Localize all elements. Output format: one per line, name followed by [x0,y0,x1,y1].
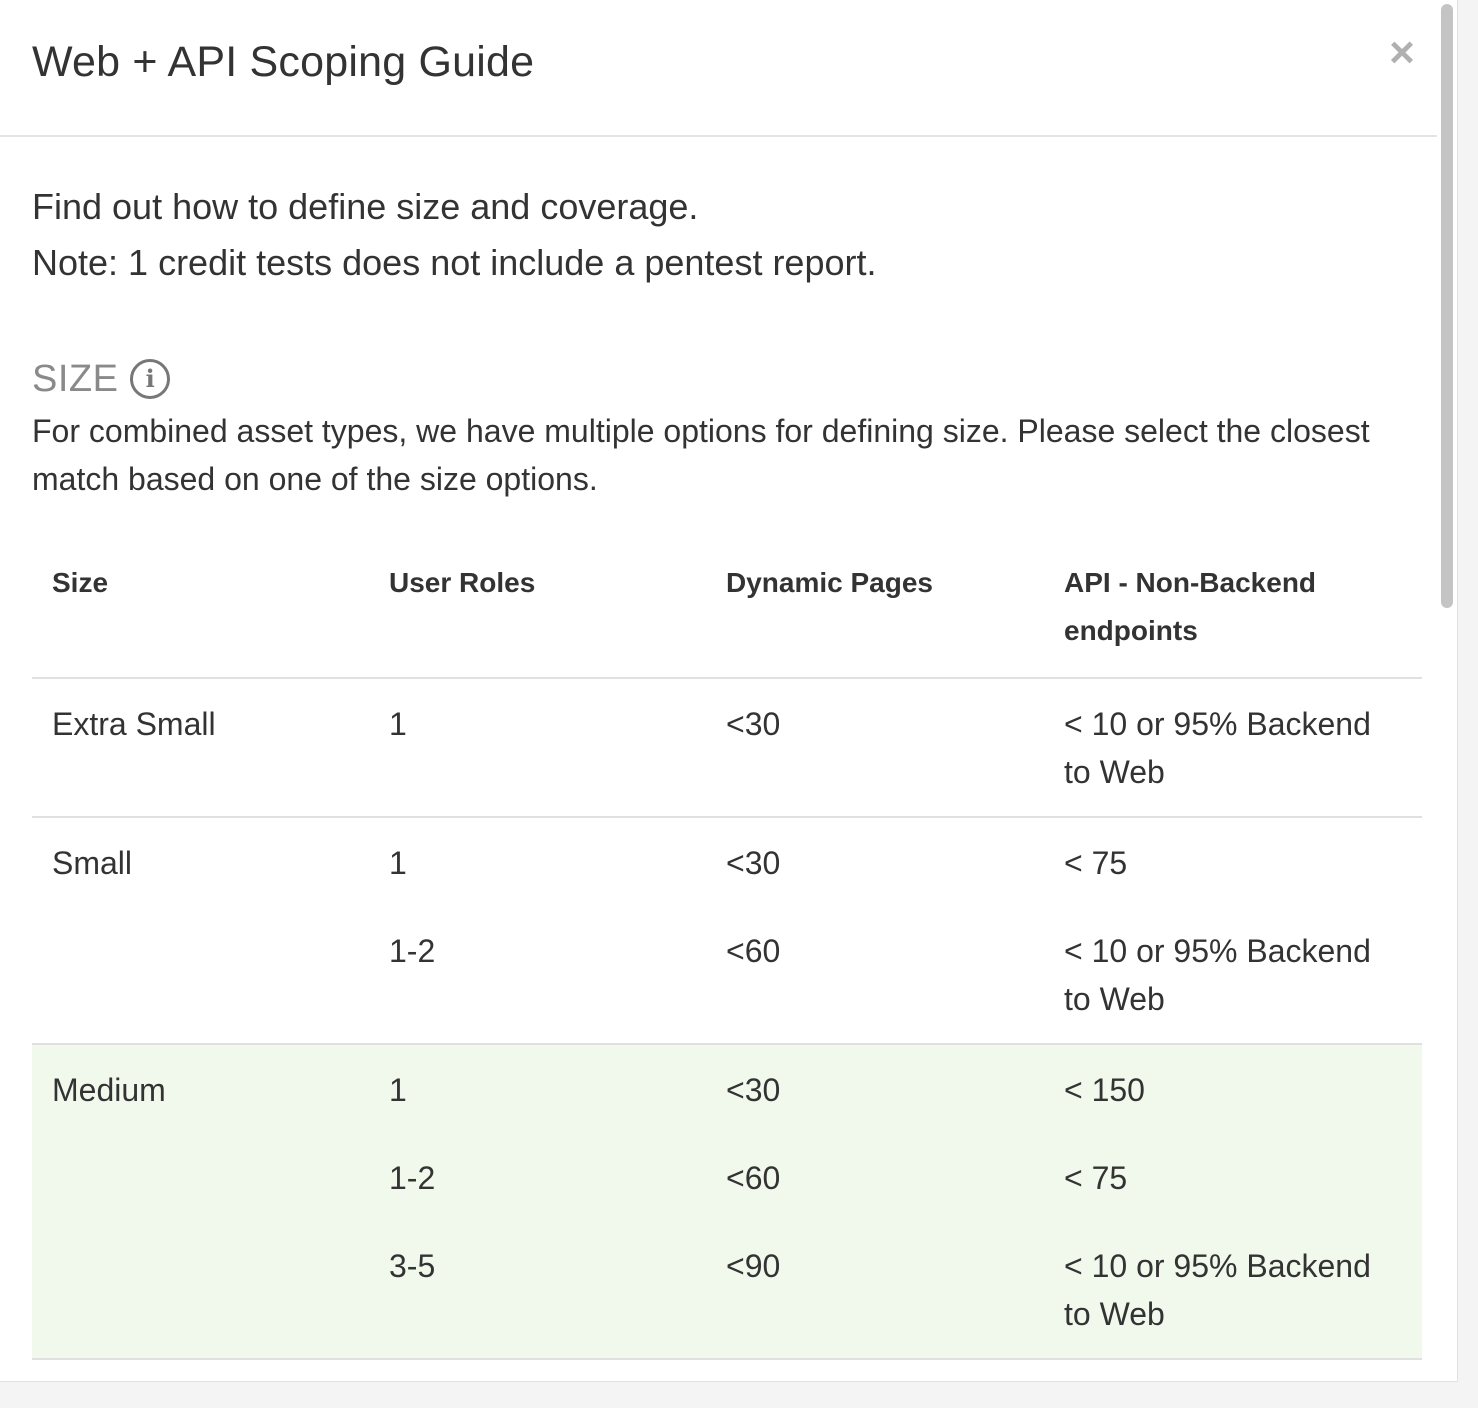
size-description: For combined asset types, we have multip… [32,413,1370,497]
size-cell: Small [52,845,133,881]
size-group-extra-small: Extra Small 1 <30 < 10 or 95% Backend to… [32,678,1422,818]
user-roles-cell: 1-2 [369,887,706,1045]
modal-header: Web + API Scoping Guide × [0,0,1457,137]
dynamic-pages-cell: <30 [706,1043,1044,1114]
dynamic-pages-cell: <30 [706,678,1044,818]
size-table: Size User Roles Dynamic Pages API - Non-… [32,555,1422,1360]
vertical-scrollbar[interactable] [1437,0,1457,1381]
user-roles-cell: 1-2 [369,1114,706,1202]
size-group-small: Small 1 <30 < 75 1-2 <60 < 10 or 95% Bac… [32,817,1422,1045]
api-endpoints-cell: < 150 [1044,1043,1422,1114]
column-header-dynamic-pages: Dynamic Pages [706,555,1044,679]
close-button[interactable]: × [1385,31,1419,75]
user-roles-cell: 3-5 [369,1202,706,1360]
api-endpoints-cell: < 75 [1064,845,1128,881]
size-heading-label: SIZE [32,357,119,400]
api-endpoints-cell: < 10 or 95% Backend to Web [1044,887,1422,1045]
size-cell-empty [32,1202,369,1360]
intro-line-coverage: Find out how to define size and coverage… [32,186,699,227]
table-row: Small 1 <30 < 75 [32,817,1422,887]
intro-text: Find out how to define size and coverage… [32,137,1425,291]
size-cell: Extra Small [32,678,369,818]
table-header-row: Size User Roles Dynamic Pages API - Non-… [32,555,1422,679]
table-row: Medium 1 <30 < 150 [32,1043,1422,1114]
api-endpoints-cell: < 10 or 95% Backend to Web [1044,678,1422,818]
api-endpoints-cell: < 10 or 95% Backend to Web [1044,1202,1422,1360]
table-row: 1-2 <60 < 75 [32,1114,1422,1202]
column-header-api-endpoints: API - Non-Backend endpoints [1044,555,1422,679]
api-endpoints-cell: < 75 [1044,1114,1422,1202]
intro-line-note: Note: 1 credit tests does not include a … [32,242,877,283]
column-header-size: Size [32,555,369,679]
size-cell-empty [32,887,369,1045]
info-icon[interactable]: i [130,359,171,399]
size-cell: Medium [32,1043,369,1114]
dynamic-pages-cell: <60 [706,1114,1044,1202]
user-roles-cell: 1 [389,845,407,881]
scrollbar-thumb[interactable] [1441,4,1453,608]
scoping-guide-modal: Web + API Scoping Guide × Find out how t… [0,0,1458,1382]
dynamic-pages-cell: <90 [706,1202,1044,1360]
user-roles-cell: 1 [369,1043,706,1114]
table-row: Extra Small 1 <30 < 10 or 95% Backend to… [32,678,1422,818]
modal-title: Web + API Scoping Guide [32,38,535,86]
size-cell-empty [32,1114,369,1202]
size-group-medium: Medium 1 <30 < 150 1-2 <60 < 75 3-5 <90 … [32,1043,1422,1360]
user-roles-cell: 1 [369,678,706,818]
dynamic-pages-cell: <30 [726,845,781,881]
modal-body: Find out how to define size and coverage… [0,137,1457,1360]
table-row: 1-2 <60 < 10 or 95% Backend to Web [32,887,1422,1045]
table-row: 3-5 <90 < 10 or 95% Backend to Web [32,1202,1422,1360]
size-section-heading: SIZE i [32,357,1425,401]
dynamic-pages-cell: <60 [706,887,1044,1045]
column-header-user-roles: User Roles [369,555,706,679]
